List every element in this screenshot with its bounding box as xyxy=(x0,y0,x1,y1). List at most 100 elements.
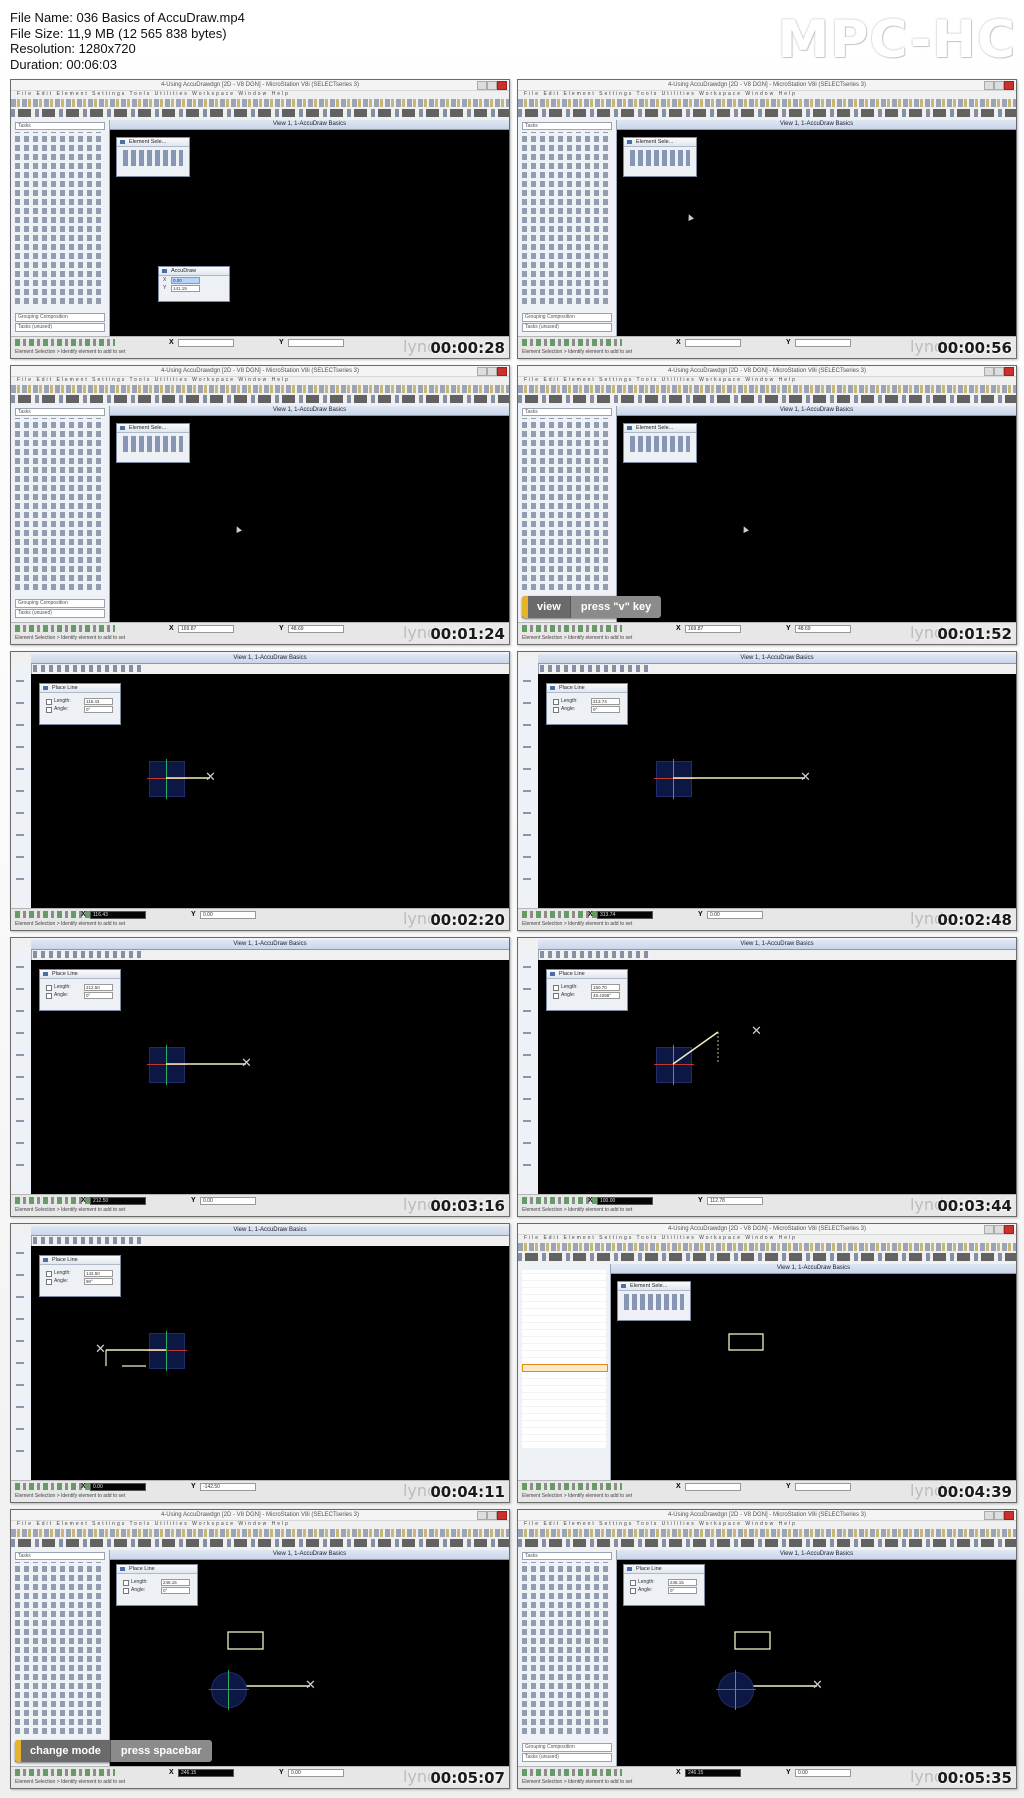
close-button[interactable] xyxy=(1004,1225,1014,1234)
main-toolbar[interactable] xyxy=(518,99,1016,107)
drawing-tools-palette[interactable] xyxy=(522,1562,612,1734)
tool-icon[interactable] xyxy=(523,724,531,726)
tool-icon[interactable] xyxy=(16,1296,24,1298)
maximize-button[interactable] xyxy=(487,81,497,90)
main-toolbar[interactable] xyxy=(11,385,509,393)
drawing-tools-palette[interactable] xyxy=(522,132,612,304)
tool-icon[interactable] xyxy=(16,1142,24,1144)
accudraw-y-field[interactable]: 141.19 xyxy=(171,285,200,292)
status-tools[interactable] xyxy=(15,625,115,632)
attributes-toolbar[interactable] xyxy=(518,1539,1016,1547)
maximize-button[interactable] xyxy=(994,1511,1004,1520)
menu-bar[interactable]: File Edit Element Settings Tools Utiliti… xyxy=(518,377,1016,384)
menu-bar[interactable]: File Edit Element Settings Tools Utiliti… xyxy=(11,91,509,98)
maximize-button[interactable] xyxy=(994,367,1004,376)
tool-icon[interactable] xyxy=(16,1384,24,1386)
tool-icon[interactable] xyxy=(16,966,24,968)
tool-icon[interactable] xyxy=(16,1318,24,1320)
main-toolbar[interactable] xyxy=(11,1529,509,1537)
close-button[interactable] xyxy=(497,367,507,376)
minimize-button[interactable] xyxy=(477,81,487,90)
length-field[interactable]: 246.15 xyxy=(668,1579,697,1586)
tool-icon[interactable] xyxy=(16,1428,24,1430)
drawing-tools-palette[interactable] xyxy=(15,418,105,590)
tool-icon[interactable] xyxy=(16,1362,24,1364)
length-field[interactable]: 313.74 xyxy=(591,698,620,705)
tool-icon[interactable] xyxy=(16,1252,24,1254)
status-tools[interactable] xyxy=(522,1483,622,1490)
place-line-dialog[interactable]: Place Line Length: 212.50 Angle: 0° xyxy=(39,969,121,1011)
tool-icon[interactable] xyxy=(523,1032,531,1034)
angle-checkbox[interactable] xyxy=(46,993,52,999)
tool-icon[interactable] xyxy=(523,1076,531,1078)
tool-icon[interactable] xyxy=(16,1010,24,1012)
tool-icon[interactable] xyxy=(16,878,24,880)
level-dropdown[interactable]: Tasks (unused) xyxy=(15,609,105,618)
tool-icon[interactable] xyxy=(523,812,531,814)
y-coordinate-field[interactable]: 48.69 xyxy=(288,625,344,633)
angle-checkbox[interactable] xyxy=(46,707,52,713)
selected-property-row[interactable] xyxy=(522,1364,608,1372)
maximize-button[interactable] xyxy=(994,81,1004,90)
tool-icon[interactable] xyxy=(16,1120,24,1122)
y-coordinate-field[interactable] xyxy=(288,339,344,347)
tool-icon[interactable] xyxy=(523,1142,531,1144)
maximize-button[interactable] xyxy=(994,1225,1004,1234)
tasks-dropdown[interactable]: Tasks xyxy=(15,122,105,130)
tool-icon[interactable] xyxy=(16,1098,24,1100)
x-coordinate-field[interactable] xyxy=(178,339,234,347)
x-coordinate-field[interactable]: 0.00 xyxy=(90,1483,146,1491)
tool-icon[interactable] xyxy=(16,1340,24,1342)
menu-bar[interactable]: File Edit Element Settings Tools Utiliti… xyxy=(11,377,509,384)
menu-bar[interactable]: File Edit Element Settings Tools Utiliti… xyxy=(518,1235,1016,1242)
maximize-button[interactable] xyxy=(487,1511,497,1520)
status-tools[interactable] xyxy=(15,339,115,346)
x-coordinate-field[interactable]: 169.87 xyxy=(685,625,741,633)
main-toolbar[interactable] xyxy=(518,385,1016,393)
tool-icon[interactable] xyxy=(523,790,531,792)
tool-icon[interactable] xyxy=(16,1450,24,1452)
angle-checkbox[interactable] xyxy=(46,1279,52,1285)
tool-icon[interactable] xyxy=(16,790,24,792)
length-field[interactable]: 150.70 xyxy=(591,984,620,991)
drawing-tools-palette[interactable] xyxy=(15,1562,105,1734)
status-tools[interactable] xyxy=(522,1769,622,1776)
minimize-button[interactable] xyxy=(984,367,994,376)
angle-field[interactable]: 48.4298° xyxy=(591,992,620,999)
x-coordinate-field[interactable]: 169.87 xyxy=(178,625,234,633)
status-tools[interactable] xyxy=(522,625,622,632)
level-dropdown[interactable]: Tasks (unused) xyxy=(522,323,612,332)
status-tools[interactable] xyxy=(522,339,622,346)
tasks-dropdown[interactable]: Tasks xyxy=(522,122,612,130)
groups-dropdown[interactable]: Grouping Composition xyxy=(522,1743,612,1752)
angle-field[interactable]: 0° xyxy=(591,706,620,713)
selection-mode-icons[interactable] xyxy=(624,1294,684,1310)
groups-dropdown[interactable]: Grouping Composition xyxy=(15,599,105,608)
length-field[interactable]: 116.43 xyxy=(84,698,113,705)
tool-icon[interactable] xyxy=(523,966,531,968)
tool-icon[interactable] xyxy=(16,680,24,682)
attributes-toolbar[interactable] xyxy=(11,1539,509,1547)
main-toolbar[interactable] xyxy=(11,99,509,107)
y-coordinate-field[interactable] xyxy=(795,339,851,347)
x-coordinate-field[interactable]: 100.00 xyxy=(597,1197,653,1205)
groups-dropdown[interactable]: Grouping Composition xyxy=(522,313,612,322)
tool-icon[interactable] xyxy=(523,1098,531,1100)
place-line-dialog[interactable]: Place Line Length: 313.74 Angle: 0° xyxy=(546,683,628,725)
tasks-dropdown[interactable]: Tasks xyxy=(15,408,105,416)
place-line-dialog[interactable]: Place Line Length: 150.70 Angle: 48.4298° xyxy=(546,969,628,1011)
y-coordinate-field[interactable]: 0.00 xyxy=(200,911,256,919)
y-coordinate-field[interactable]: -142.50 xyxy=(200,1483,256,1491)
angle-field[interactable]: 0° xyxy=(668,1587,697,1594)
attributes-toolbar[interactable] xyxy=(518,1253,1016,1261)
tool-icon[interactable] xyxy=(523,768,531,770)
x-coordinate-field[interactable] xyxy=(685,339,741,347)
minimize-button[interactable] xyxy=(984,1511,994,1520)
tool-icon[interactable] xyxy=(16,724,24,726)
accudraw-dialog[interactable]: AccuDraw X 0.00 Y 141.19 xyxy=(158,266,230,302)
main-toolbar[interactable] xyxy=(518,1529,1016,1537)
close-button[interactable] xyxy=(1004,81,1014,90)
main-toolbar[interactable] xyxy=(518,1243,1016,1251)
element-selection-dialog[interactable]: Element Sele... xyxy=(623,423,697,463)
y-coordinate-field[interactable]: 112.78 xyxy=(707,1197,763,1205)
